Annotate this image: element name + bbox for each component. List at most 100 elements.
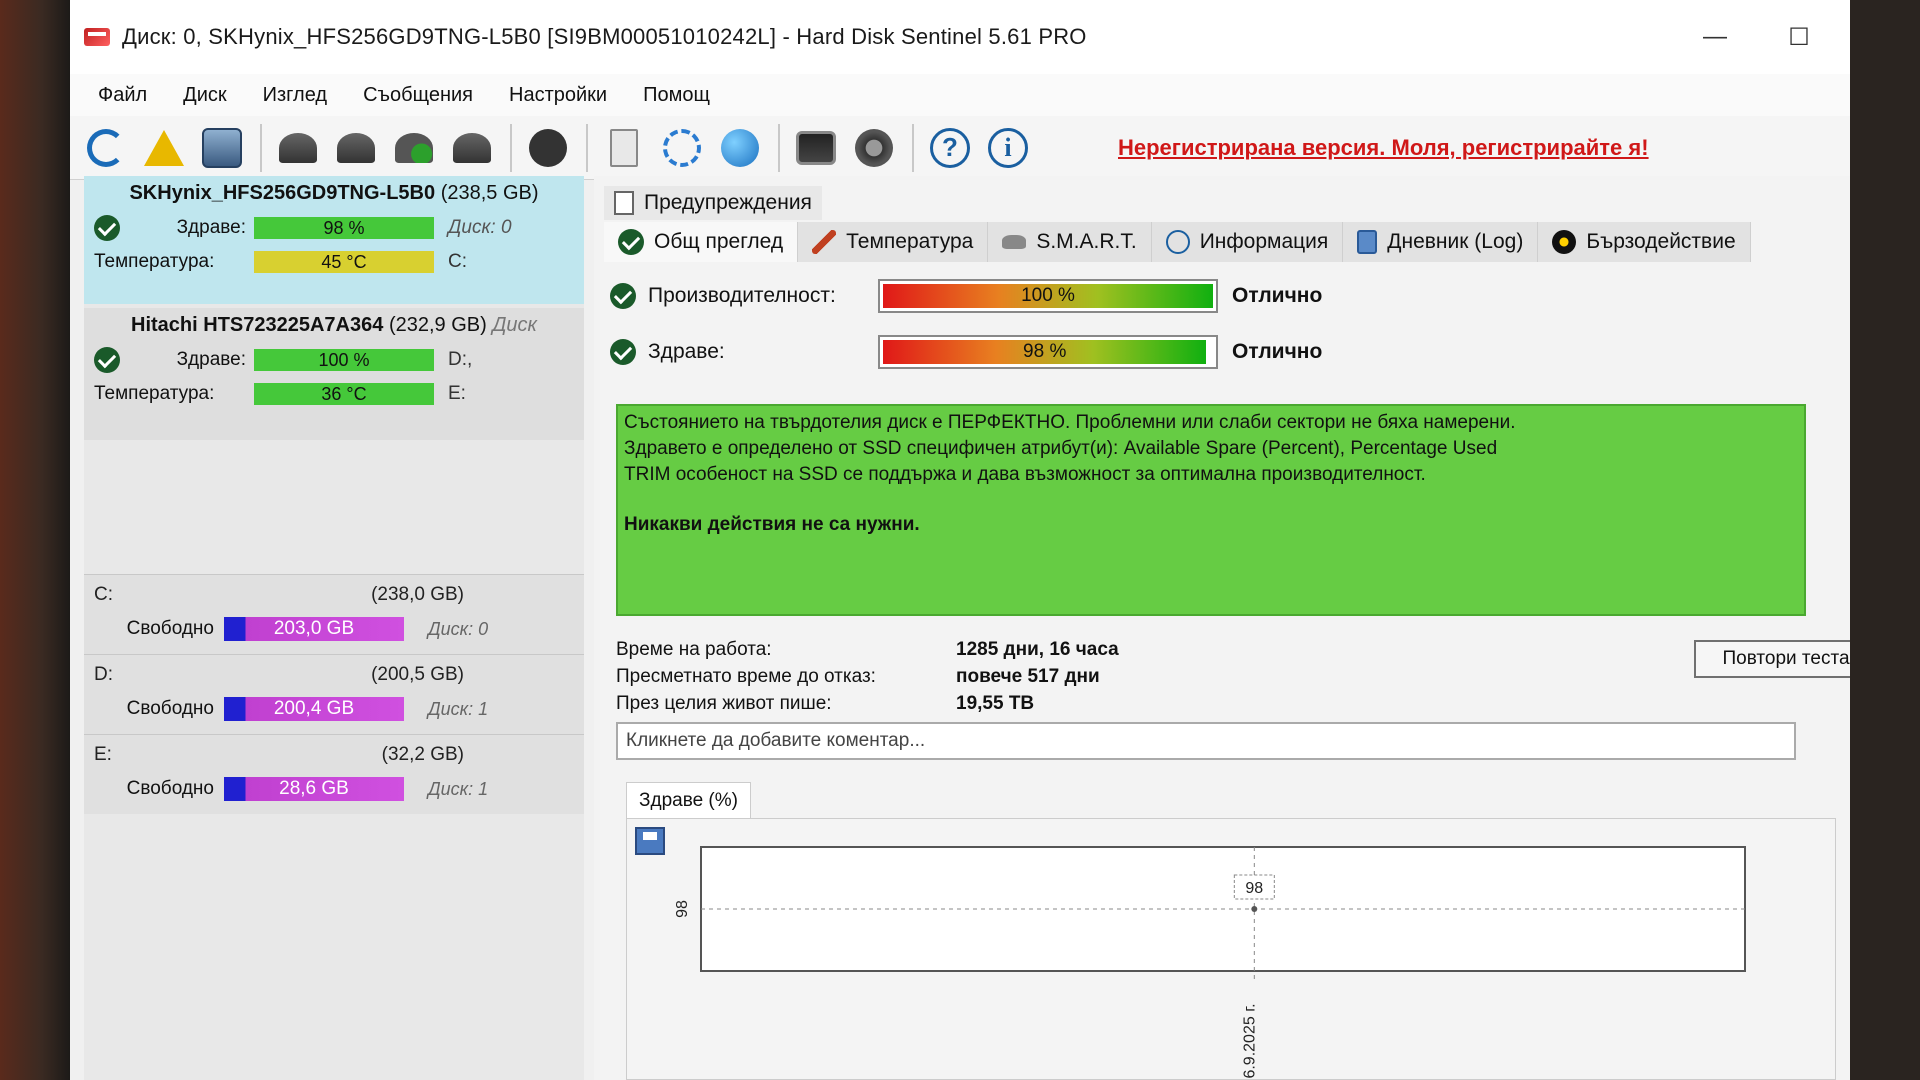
menu-messages[interactable]: Съобщения (345, 84, 491, 107)
tab-log[interactable]: Дневник (Log) (1343, 222, 1539, 262)
dish-down-icon (337, 132, 375, 163)
partition-e[interactable]: E: (32,2 GB) Свободно 28,6 GB Диск: 1 (84, 734, 584, 814)
tab-information[interactable]: Информация (1151, 222, 1344, 262)
health-result: Отлично (1232, 340, 1323, 363)
performance-row: Производителност: 100 % Отлично (610, 276, 1322, 316)
partition-disk: Диск: 1 (428, 778, 489, 799)
tab-smart[interactable]: S.M.A.R.T. (988, 222, 1152, 262)
app-icon (82, 22, 112, 52)
dish-check-button[interactable] (386, 120, 442, 176)
toolbar-separator (778, 123, 780, 172)
partition-letter: C: (94, 584, 113, 605)
info-value: 19,55 TB (956, 692, 1035, 714)
disk-temp-row: Температура: 36 °C E: (94, 377, 574, 411)
free-label: Свободно (126, 778, 214, 799)
monitor-button[interactable] (788, 120, 844, 176)
message-line: Здравето е определено от SSD специфичен … (624, 438, 1498, 459)
unregistered-link[interactable]: Нерегистрирана версия. Моля, регистрирай… (1118, 135, 1649, 161)
info-row: През целия живот пише: 19,55 TB (616, 690, 1119, 717)
toolbar-separator (586, 123, 588, 172)
details-panel: Предупреждения Общ преглед Температура S… (594, 176, 1920, 1080)
thermometer-icon (812, 230, 837, 254)
refresh-button[interactable] (78, 120, 134, 176)
info-icon (1165, 230, 1190, 254)
partition-d[interactable]: D: (200,5 GB) Свободно 200,4 GB Диск: 1 (84, 654, 584, 734)
tab-temperature[interactable]: Температура (798, 222, 989, 262)
blob-button[interactable] (520, 120, 576, 176)
info-row: Време на работа: 1285 дни, 16 часа (616, 636, 1119, 663)
title-bar: Диск: 0, SKHynix_HFS256GD9TNG-L5B0 [SI9B… (70, 0, 1920, 74)
help-icon: ? (930, 127, 970, 168)
check-icon (94, 215, 120, 241)
dish-button[interactable] (270, 120, 326, 176)
health-chart-area: 98 98 6.9.2025 г. (626, 818, 1836, 1080)
health-fill: 98 % (883, 340, 1207, 364)
monitor-bezel (0, 0, 70, 1080)
globe-button[interactable] (712, 120, 768, 176)
dish-back-button[interactable] (444, 120, 500, 176)
document-icon (614, 191, 634, 215)
monitor-icon (796, 130, 836, 165)
partition-list: C: (238,0 GB) Свободно 203,0 GB Диск: 0 D… (84, 574, 584, 814)
menu-help[interactable]: Помощ (625, 84, 728, 107)
comment-input[interactable]: Кликнете да добавите коментар... (616, 722, 1796, 760)
disk-icon (202, 127, 242, 168)
disk-name: SKHynix_HFS256GD9TNG-L5B0 (129, 182, 436, 204)
chart-tab-health[interactable]: Здраве (%) (626, 782, 751, 818)
tab-label: Бързодействие (1586, 230, 1736, 253)
free-label: Свободно (126, 698, 214, 719)
tab-label: Информация (1199, 230, 1329, 253)
disk-card-1[interactable]: Hitachi HTS723225A7A364 (232,9 GB) Диск … (84, 308, 584, 440)
partition-size: (32,2 GB) (381, 744, 464, 765)
document-button[interactable] (596, 120, 652, 176)
disk-title: SKHynix_HFS256GD9TNG-L5B0 (238,5 GB) (94, 182, 574, 205)
smart-icon (1002, 235, 1027, 249)
check-icon (94, 347, 120, 373)
disk-info: Време на работа: 1285 дни, 16 часа Пресме… (616, 636, 1119, 717)
temp-bar: 45 °C (254, 251, 434, 273)
dish-check-icon (395, 132, 433, 163)
info-value: повече 517 дни (956, 665, 1100, 687)
partition-letter: E: (448, 383, 466, 404)
app-window: Диск: 0, SKHynix_HFS256GD9TNG-L5B0 [SI9B… (70, 0, 1920, 1080)
speaker-button[interactable] (846, 120, 902, 176)
tab-warnings[interactable]: Предупреждения (604, 186, 822, 220)
message-conclusion: Никакви действия не са нужни. (624, 514, 920, 535)
message-line: Състоянието на твърдотелия диск е ПЕРФЕК… (624, 412, 1516, 433)
info-row: Пресметнато време до отказ: повече 517 дн… (616, 663, 1119, 690)
health-bar: 98 % (878, 335, 1218, 369)
health-bar: 98 % (254, 217, 434, 239)
maximize-button[interactable]: ☐ (1782, 20, 1816, 54)
log-icon (1357, 230, 1378, 254)
toolbar-separator (912, 123, 914, 172)
tab-performance[interactable]: Бързодействие (1538, 222, 1751, 262)
partition-disk: Диск: 0 (428, 618, 489, 639)
data-label: 98 (1245, 880, 1263, 897)
dish-down-button[interactable] (328, 120, 384, 176)
menu-file[interactable]: Файл (80, 84, 165, 107)
tab-label: S.M.A.R.T. (1036, 230, 1137, 253)
status-message-box: Състоянието на твърдотелия диск е ПЕРФЕК… (616, 404, 1806, 616)
performance-label: Производителност: (648, 284, 836, 307)
partition-letter: D: (94, 664, 113, 685)
document-icon (610, 128, 638, 167)
disk-card-0[interactable]: SKHynix_HFS256GD9TNG-L5B0 (238,5 GB) Здр… (84, 176, 584, 304)
tab-label: Температура (846, 230, 974, 253)
menu-disk[interactable]: Диск (165, 84, 244, 107)
sync-button[interactable] (654, 120, 710, 176)
partition-disk: Диск: 1 (428, 698, 489, 719)
warning-button[interactable] (136, 120, 192, 176)
tab-overview[interactable]: Общ преглед (604, 222, 799, 262)
partition-c[interactable]: C: (238,0 GB) Свободно 203,0 GB Диск: 0 (84, 574, 584, 654)
help-button[interactable]: ? (922, 120, 978, 176)
free-label: Свободно (126, 618, 214, 639)
temp-label: Температура: (94, 383, 215, 404)
refresh-icon (87, 128, 125, 167)
info-button[interactable]: i (980, 120, 1036, 176)
toolbar-separator (510, 123, 512, 172)
menu-settings[interactable]: Настройки (491, 84, 625, 107)
menu-view[interactable]: Изглед (245, 84, 345, 107)
minimize-button[interactable]: — (1698, 20, 1732, 54)
disk-button[interactable] (194, 120, 250, 176)
y-tick-label: 98 (674, 900, 691, 918)
